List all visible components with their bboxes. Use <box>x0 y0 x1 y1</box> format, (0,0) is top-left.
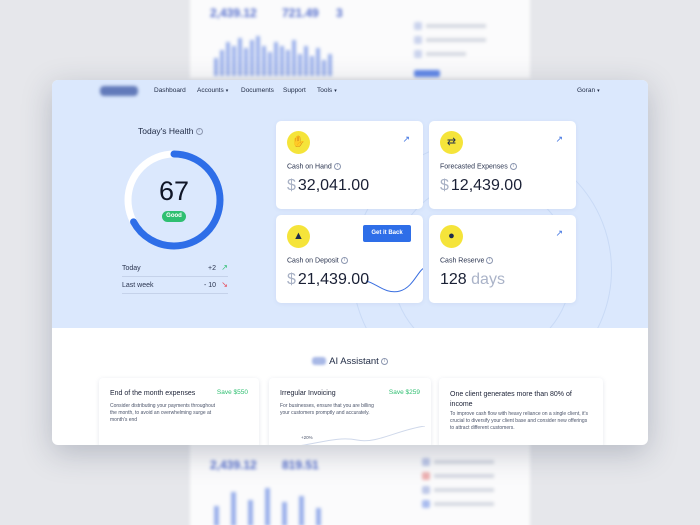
card-cash-on-deposit[interactable]: ▲ Get it Back Cash on Deposit i $21,439.0… <box>276 215 423 303</box>
tip-body: Consider distributing your payments thro… <box>110 403 216 423</box>
info-icon[interactable]: i <box>380 357 388 365</box>
top-navigation: Dashboard Accounts ▾ Documents Support To… <box>52 80 648 102</box>
chevron-down-icon: ▾ <box>334 88 337 94</box>
info-icon[interactable]: i <box>333 163 341 170</box>
health-row-label: Today <box>122 265 141 272</box>
tip-savings: Save $550 <box>216 389 248 396</box>
background-stat: 721.49 <box>282 6 319 20</box>
arrow-up-right-icon[interactable]: ↗ <box>555 134 563 145</box>
nav-tools[interactable]: Tools ▾ <box>317 87 337 94</box>
tip-body: For businesses, ensure that you are bill… <box>280 403 374 416</box>
health-row-label: Last week <box>122 282 154 289</box>
deposit-sparkline <box>366 267 423 293</box>
tip-card[interactable]: End of the month expenses Save $550 Cons… <box>99 378 259 445</box>
health-row-today: Today +2 ↗ <box>122 261 228 277</box>
tip-title: End of the month expenses <box>110 390 196 397</box>
background-stat: 2,439.12 <box>210 458 257 472</box>
background-side-panel <box>414 22 524 78</box>
tip-savings: Save $259 <box>388 389 420 396</box>
health-status-badge: Good <box>162 211 186 222</box>
background-stat: 3 <box>336 6 343 20</box>
tip-title: Irregular Invoicing <box>280 390 336 397</box>
card-label: Cash on Hand i <box>287 163 341 170</box>
info-icon[interactable]: i <box>195 128 203 136</box>
tip-card[interactable]: Irregular Invoicing Save $259 For busine… <box>269 378 431 445</box>
nav-documents[interactable]: Documents <box>241 87 274 94</box>
invoicing-trend-line <box>300 426 425 445</box>
tip-title: One client generates more than 80% of in… <box>450 391 572 408</box>
chevron-down-icon: ▾ <box>225 88 229 94</box>
piggy-bank-icon: ● <box>440 225 463 248</box>
card-value: $21,439.00 <box>287 271 370 288</box>
health-title: Today's Health i <box>138 126 218 136</box>
hand-money-icon: ✋ <box>287 131 310 154</box>
background-dashboard-bottom: 2,439.12 819.51 <box>190 436 530 525</box>
exchange-money-icon: ⇄ <box>440 131 463 154</box>
nav-accounts[interactable]: Accounts ▾ <box>197 87 228 94</box>
card-cash-on-hand[interactable]: ✋ ↗ Cash on Hand i $32,041.00 <box>276 121 423 209</box>
dashboard-window: Dashboard Accounts ▾ Documents Support To… <box>52 80 648 445</box>
card-cash-reserve[interactable]: ● ↗ Cash Reserve i 128 days <box>429 215 576 303</box>
health-row-last-week: Last week - 10 ↘ <box>122 278 228 294</box>
card-label: Cash on Deposit i <box>287 257 348 264</box>
health-score: 67 <box>158 176 190 206</box>
user-menu[interactable]: Goran ▾ <box>577 87 600 94</box>
info-icon[interactable]: i <box>340 257 348 264</box>
health-row-value: - 10 <box>203 282 216 289</box>
arrow-up-right-icon[interactable]: ↗ <box>402 134 410 145</box>
info-icon[interactable]: i <box>486 257 494 264</box>
info-icon[interactable]: i <box>509 163 517 170</box>
ai-assistant-title: AI Assistant i <box>52 356 648 367</box>
background-dashboard-top: 2,439.12 721.49 3 <box>190 0 530 78</box>
tip-body: To improve cash flow with heavy reliance… <box>450 411 588 431</box>
trend-up-icon: ↗ <box>221 263 228 272</box>
nav-dashboard[interactable]: Dashboard <box>154 87 186 94</box>
arrow-up-right-icon[interactable]: ↗ <box>555 228 563 239</box>
tip-chart-label: +20% <box>301 435 313 440</box>
health-row-value: +2 <box>208 265 216 272</box>
hero-section: Dashboard Accounts ▾ Documents Support To… <box>52 80 648 328</box>
tip-card[interactable]: One client generates more than 80% of in… <box>439 378 603 445</box>
trend-down-icon: ↘ <box>221 280 228 289</box>
ai-logo <box>312 357 327 366</box>
card-value: 128 days <box>440 271 505 288</box>
background-bar-chart <box>214 486 321 525</box>
background-stat: 819.51 <box>282 458 319 472</box>
nav-support[interactable]: Support <box>283 87 306 94</box>
card-value: $12,439.00 <box>440 177 523 194</box>
background-side-list <box>422 458 530 514</box>
card-label: Cash Reserve i <box>440 257 494 264</box>
card-value: $32,041.00 <box>287 177 370 194</box>
background-stat: 2,439.12 <box>210 6 257 20</box>
chevron-down-icon: ▾ <box>597 88 600 94</box>
card-forecasted-expenses[interactable]: ⇄ ↗ Forecasted Expenses i $12,439.00 <box>429 121 576 209</box>
get-it-back-button[interactable]: Get it Back <box>363 225 411 242</box>
background-bar-chart <box>214 34 332 76</box>
card-label: Forecasted Expenses i <box>440 163 517 170</box>
deposit-coins-icon: ▲ <box>287 225 310 248</box>
brand-logo[interactable] <box>100 86 138 96</box>
